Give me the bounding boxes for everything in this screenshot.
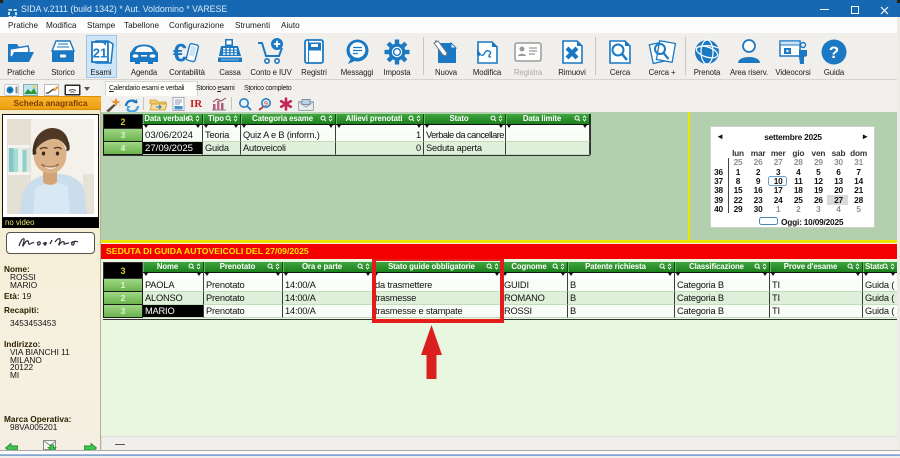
- svg-text:9: 9: [264, 101, 268, 108]
- svg-text:?: ?: [829, 43, 839, 62]
- svg-text:21: 21: [93, 46, 107, 61]
- svg-text:€: €: [173, 40, 187, 68]
